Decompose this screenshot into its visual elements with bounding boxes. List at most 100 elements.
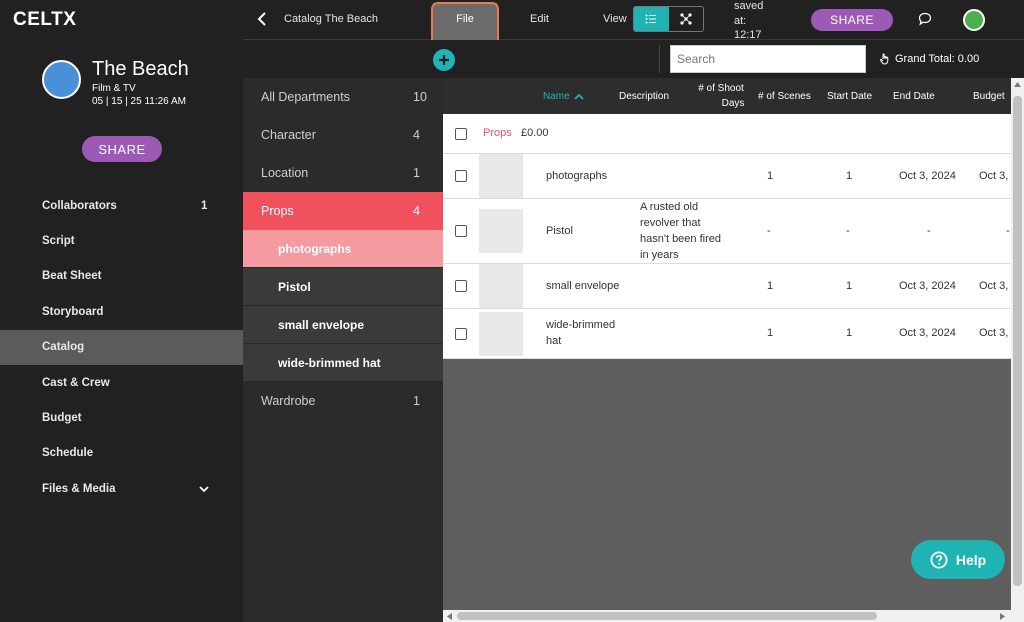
sidebar-item-script[interactable]: Script [0,223,243,258]
sidebar-item-collaborators[interactable]: Collaborators 1 [0,188,243,223]
description-line: hasn't been fired [640,233,721,245]
cell-shoot-days: - [767,225,771,237]
horizontal-scroll-thumb[interactable] [457,612,877,620]
add-item-button[interactable] [433,49,455,71]
sidebar-item-label: Schedule [42,447,94,460]
cell-name: photographs [546,170,608,182]
breadcrumb[interactable]: Catalog The Beach [284,13,378,25]
table-row[interactable]: Pistol A rusted old revolver that hasn't… [443,199,1013,264]
table-row[interactable]: photographs 1 1 Oct 3, 2024 Oct 3, [443,154,1013,199]
department-wardrobe[interactable]: Wardrobe 1 [243,382,443,420]
cell-start-date: Oct 3, 2024 [899,170,956,182]
project-type: Film & TV [92,83,136,94]
question-mark-icon [930,551,948,568]
cell-scenes: 1 [846,280,853,292]
list-view-button[interactable] [634,7,669,31]
column-header-start-date[interactable]: Start Date [827,89,872,104]
list-icon [645,14,657,24]
chevron-down-icon[interactable] [199,484,209,494]
department-count: 1 [413,394,420,408]
sidebar-item-files-media[interactable]: Files & Media [0,471,243,506]
cell-name: Pistol [546,225,573,237]
share-button[interactable]: SHARE [811,9,893,31]
cell-scenes: 1 [846,327,853,339]
department-character[interactable]: Character 4 [243,116,443,154]
sidebar-item-label: Catalog [42,341,85,354]
save-status: saved at: 12:17 [734,0,763,43]
item-thumbnail[interactable] [479,312,523,356]
column-header-name[interactable]: Name [543,89,584,104]
view-toggle [633,6,704,32]
view-label: View [603,13,627,25]
cell-start-date: Oct 3, 2024 [899,327,956,339]
group-row-props: Props £0.00 [443,114,1013,154]
cell-shoot-days: 1 [767,327,774,339]
column-header-end-date[interactable]: End Date [893,89,935,104]
table-row[interactable]: wide-brimmed hat 1 1 Oct 3, 2024 Oct 3, [443,309,1013,359]
sidebar-item-schedule[interactable]: Schedule [0,436,243,471]
app-logo: CELTX [13,9,77,30]
row-checkbox[interactable] [455,225,467,237]
item-thumbnail[interactable] [479,209,523,253]
vertical-scrollbar[interactable] [1011,78,1024,610]
vertical-scroll-thumb[interactable] [1013,96,1022,586]
back-chevron-icon[interactable] [257,12,267,26]
cell-name: wide-brimmed hat [546,317,615,349]
column-header-label: Days [721,98,745,109]
sidebar-item-label: Budget [42,412,82,425]
sidebar-item-storyboard[interactable]: Storyboard [0,294,243,329]
props-item-small-envelope[interactable]: small envelope [243,306,443,344]
column-header-scenes[interactable]: # of Scenes [758,89,811,104]
search-input[interactable] [670,45,866,73]
node-view-button[interactable] [669,7,704,31]
department-count: 4 [413,128,420,142]
column-header-name-label: Name [543,91,570,102]
project-avatar[interactable] [42,60,81,99]
column-header-budget[interactable]: Budget [973,89,1005,104]
name-line: wide-brimmed [546,319,616,331]
sidebar-item-label: Collaborators [42,199,117,212]
department-props[interactable]: Props 4 [243,192,443,230]
sidebar-item-beat-sheet[interactable]: Beat Sheet [0,259,243,294]
sidebar-item-cast-crew[interactable]: Cast & Crew [0,365,243,400]
edit-menu-button[interactable]: Edit [530,13,549,25]
sidebar-item-budget[interactable]: Budget [0,400,243,435]
scroll-up-arrow-icon[interactable] [1014,82,1021,87]
column-header-shoot-days[interactable]: # of Shoot Days [689,81,753,111]
share-project-button[interactable]: SHARE [82,136,162,162]
user-avatar[interactable] [963,9,985,31]
name-line: hat [546,335,562,347]
sidebar-item-label: Cast & Crew [42,376,110,389]
table-row[interactable]: small envelope 1 1 Oct 3, 2024 Oct 3, [443,264,1013,309]
row-checkbox[interactable] [455,170,467,182]
props-item-photographs[interactable]: photographs [243,230,443,268]
cell-start-date: Oct 3, 2024 [899,280,956,292]
cell-shoot-days: 1 [767,280,774,292]
project-title: The Beach [92,58,189,80]
sidebar: CELTX The Beach Film & TV 05 | 15 | 25 1… [0,0,243,622]
department-label: Location [261,166,309,180]
department-location[interactable]: Location 1 [243,154,443,192]
sidebar-item-catalog[interactable]: Catalog [0,329,243,365]
props-item-wide-brimmed-hat[interactable]: wide-brimmed hat [243,344,443,382]
description-line: in years [640,249,679,261]
row-checkbox[interactable] [455,328,467,340]
group-checkbox[interactable] [455,128,467,140]
help-button[interactable]: Help [911,540,1005,579]
row-checkbox[interactable] [455,280,467,292]
help-label: Help [955,551,987,568]
cell-start-date: - [927,225,931,237]
comment-icon[interactable] [918,12,932,26]
scroll-left-arrow-icon[interactable] [447,613,452,620]
scroll-right-arrow-icon[interactable] [1000,613,1005,620]
department-all[interactable]: All Departments 10 [243,78,443,116]
item-thumbnail[interactable] [479,154,523,198]
horizontal-scrollbar[interactable] [443,610,1024,622]
top-bar: Catalog The Beach File Edit View saved a… [243,0,1024,47]
grand-total: Grand Total: 0.00 [879,52,979,65]
hand-pointer-icon [880,53,889,65]
column-header-description[interactable]: Description [619,89,669,104]
department-count: 1 [413,166,420,180]
props-item-pistol[interactable]: Pistol [243,268,443,306]
item-thumbnail[interactable] [479,264,523,308]
